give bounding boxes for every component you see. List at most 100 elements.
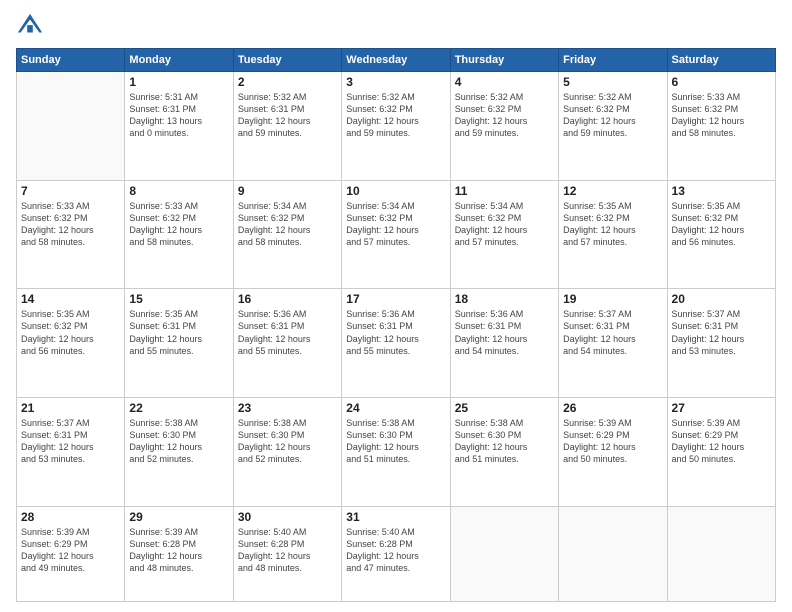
week-row-2: 14Sunrise: 5:35 AM Sunset: 6:32 PM Dayli… xyxy=(17,289,776,398)
day-number: 3 xyxy=(346,75,445,89)
calendar-cell: 11 Sunrise: 5:34 AM Sunset: 6:32 PM Dayli… xyxy=(450,180,558,289)
calendar-cell: 9Sunrise: 5:34 AM Sunset: 6:32 PM Daylig… xyxy=(233,180,341,289)
day-info: Sunrise: 5:31 AM Sunset: 6:31 PM Dayligh… xyxy=(129,91,228,140)
day-info: Sunrise: 5:40 AM Sunset: 6:28 PM Dayligh… xyxy=(238,526,337,575)
day-number: 31 xyxy=(346,510,445,524)
weekday-header-monday: Monday xyxy=(125,49,233,72)
calendar-cell: 21Sunrise: 5:37 AM Sunset: 6:31 PM Dayli… xyxy=(17,397,125,506)
calendar-cell: 19 Sunrise: 5:37 AM Sunset: 6:31 PM Dayli… xyxy=(559,289,667,398)
day-info: Sunrise: 5:32 AM Sunset: 6:31 PM Dayligh… xyxy=(238,91,337,140)
day-number: 19 xyxy=(563,292,662,306)
day-number: 11 xyxy=(455,184,554,198)
day-number: 21 xyxy=(21,401,120,415)
day-info: Sunrise: 5:35 AM Sunset: 6:32 PM Dayligh… xyxy=(672,200,771,249)
calendar-cell: 12Sunrise: 5:35 AM Sunset: 6:32 PM Dayli… xyxy=(559,180,667,289)
day-info: Sunrise: 5:38 AM Sunset: 6:30 PM Dayligh… xyxy=(346,417,445,466)
calendar-cell: 20 Sunrise: 5:37 AM Sunset: 6:31 PM Dayli… xyxy=(667,289,775,398)
day-number: 12 xyxy=(563,184,662,198)
day-number: 26 xyxy=(563,401,662,415)
day-info: Sunrise: 5:34 AM Sunset: 6:32 PM Dayligh… xyxy=(346,200,445,249)
day-number: 22 xyxy=(129,401,228,415)
day-info: Sunrise: 5:33 AM Sunset: 6:32 PM Dayligh… xyxy=(21,200,120,249)
day-number: 7 xyxy=(21,184,120,198)
calendar-cell: 25 Sunrise: 5:38 AM Sunset: 6:30 PM Dayli… xyxy=(450,397,558,506)
day-number: 15 xyxy=(129,292,228,306)
day-info: Sunrise: 5:35 AM Sunset: 6:31 PM Dayligh… xyxy=(129,308,228,357)
day-info: Sunrise: 5:38 AM Sunset: 6:30 PM Dayligh… xyxy=(129,417,228,466)
weekday-header-tuesday: Tuesday xyxy=(233,49,341,72)
day-info: Sunrise: 5:40 AM Sunset: 6:28 PM Dayligh… xyxy=(346,526,445,575)
day-number: 16 xyxy=(238,292,337,306)
page: SundayMondayTuesdayWednesdayThursdayFrid… xyxy=(0,0,792,612)
day-number: 30 xyxy=(238,510,337,524)
day-info: Sunrise: 5:38 AM Sunset: 6:30 PM Dayligh… xyxy=(455,417,554,466)
day-info: Sunrise: 5:39 AM Sunset: 6:29 PM Dayligh… xyxy=(21,526,120,575)
logo xyxy=(16,12,48,40)
calendar-cell xyxy=(667,506,775,601)
weekday-header-row: SundayMondayTuesdayWednesdayThursdayFrid… xyxy=(17,49,776,72)
day-info: Sunrise: 5:33 AM Sunset: 6:32 PM Dayligh… xyxy=(129,200,228,249)
calendar-cell: 31 Sunrise: 5:40 AM Sunset: 6:28 PM Dayli… xyxy=(342,506,450,601)
day-info: Sunrise: 5:39 AM Sunset: 6:28 PM Dayligh… xyxy=(129,526,228,575)
calendar-table: SundayMondayTuesdayWednesdayThursdayFrid… xyxy=(16,48,776,602)
day-number: 13 xyxy=(672,184,771,198)
calendar-cell: 8Sunrise: 5:33 AM Sunset: 6:32 PM Daylig… xyxy=(125,180,233,289)
week-row-1: 7 Sunrise: 5:33 AM Sunset: 6:32 PM Daylig… xyxy=(17,180,776,289)
week-row-4: 28Sunrise: 5:39 AM Sunset: 6:29 PM Dayli… xyxy=(17,506,776,601)
calendar-cell: 3 Sunrise: 5:32 AM Sunset: 6:32 PM Daylig… xyxy=(342,72,450,181)
calendar-cell: 2 Sunrise: 5:32 AM Sunset: 6:31 PM Daylig… xyxy=(233,72,341,181)
day-number: 24 xyxy=(346,401,445,415)
calendar-cell: 4 Sunrise: 5:32 AM Sunset: 6:32 PM Daylig… xyxy=(450,72,558,181)
day-number: 20 xyxy=(672,292,771,306)
day-number: 23 xyxy=(238,401,337,415)
day-number: 6 xyxy=(672,75,771,89)
day-info: Sunrise: 5:32 AM Sunset: 6:32 PM Dayligh… xyxy=(455,91,554,140)
calendar-cell: 10 Sunrise: 5:34 AM Sunset: 6:32 PM Dayli… xyxy=(342,180,450,289)
calendar-cell: 24 Sunrise: 5:38 AM Sunset: 6:30 PM Dayli… xyxy=(342,397,450,506)
calendar-cell: 14Sunrise: 5:35 AM Sunset: 6:32 PM Dayli… xyxy=(17,289,125,398)
day-number: 1 xyxy=(129,75,228,89)
day-info: Sunrise: 5:33 AM Sunset: 6:32 PM Dayligh… xyxy=(672,91,771,140)
calendar-cell: 29 Sunrise: 5:39 AM Sunset: 6:28 PM Dayli… xyxy=(125,506,233,601)
weekday-header-friday: Friday xyxy=(559,49,667,72)
header xyxy=(16,12,776,40)
weekday-header-wednesday: Wednesday xyxy=(342,49,450,72)
calendar-cell: 22 Sunrise: 5:38 AM Sunset: 6:30 PM Dayli… xyxy=(125,397,233,506)
calendar-cell: 17 Sunrise: 5:36 AM Sunset: 6:31 PM Dayli… xyxy=(342,289,450,398)
calendar-cell: 18Sunrise: 5:36 AM Sunset: 6:31 PM Dayli… xyxy=(450,289,558,398)
day-number: 4 xyxy=(455,75,554,89)
calendar-cell: 27 Sunrise: 5:39 AM Sunset: 6:29 PM Dayli… xyxy=(667,397,775,506)
calendar-cell xyxy=(17,72,125,181)
calendar-cell: 13 Sunrise: 5:35 AM Sunset: 6:32 PM Dayli… xyxy=(667,180,775,289)
calendar-cell: 6 Sunrise: 5:33 AM Sunset: 6:32 PM Daylig… xyxy=(667,72,775,181)
weekday-header-thursday: Thursday xyxy=(450,49,558,72)
day-number: 10 xyxy=(346,184,445,198)
calendar-cell: 28Sunrise: 5:39 AM Sunset: 6:29 PM Dayli… xyxy=(17,506,125,601)
day-info: Sunrise: 5:37 AM Sunset: 6:31 PM Dayligh… xyxy=(672,308,771,357)
day-number: 5 xyxy=(563,75,662,89)
day-info: Sunrise: 5:36 AM Sunset: 6:31 PM Dayligh… xyxy=(346,308,445,357)
week-row-0: 1 Sunrise: 5:31 AM Sunset: 6:31 PM Daylig… xyxy=(17,72,776,181)
day-info: Sunrise: 5:34 AM Sunset: 6:32 PM Dayligh… xyxy=(455,200,554,249)
calendar-cell: 5 Sunrise: 5:32 AM Sunset: 6:32 PM Daylig… xyxy=(559,72,667,181)
calendar-cell: 16Sunrise: 5:36 AM Sunset: 6:31 PM Dayli… xyxy=(233,289,341,398)
day-info: Sunrise: 5:36 AM Sunset: 6:31 PM Dayligh… xyxy=(455,308,554,357)
logo-icon xyxy=(16,12,44,40)
calendar-cell: 26Sunrise: 5:39 AM Sunset: 6:29 PM Dayli… xyxy=(559,397,667,506)
day-number: 29 xyxy=(129,510,228,524)
calendar-cell: 7 Sunrise: 5:33 AM Sunset: 6:32 PM Daylig… xyxy=(17,180,125,289)
day-info: Sunrise: 5:32 AM Sunset: 6:32 PM Dayligh… xyxy=(563,91,662,140)
day-info: Sunrise: 5:38 AM Sunset: 6:30 PM Dayligh… xyxy=(238,417,337,466)
day-number: 2 xyxy=(238,75,337,89)
calendar-cell: 1 Sunrise: 5:31 AM Sunset: 6:31 PM Daylig… xyxy=(125,72,233,181)
day-number: 17 xyxy=(346,292,445,306)
day-number: 27 xyxy=(672,401,771,415)
calendar-cell xyxy=(450,506,558,601)
day-info: Sunrise: 5:37 AM Sunset: 6:31 PM Dayligh… xyxy=(563,308,662,357)
day-info: Sunrise: 5:35 AM Sunset: 6:32 PM Dayligh… xyxy=(21,308,120,357)
day-number: 25 xyxy=(455,401,554,415)
day-info: Sunrise: 5:32 AM Sunset: 6:32 PM Dayligh… xyxy=(346,91,445,140)
day-info: Sunrise: 5:39 AM Sunset: 6:29 PM Dayligh… xyxy=(672,417,771,466)
weekday-header-saturday: Saturday xyxy=(667,49,775,72)
calendar-cell: 23 Sunrise: 5:38 AM Sunset: 6:30 PM Dayli… xyxy=(233,397,341,506)
